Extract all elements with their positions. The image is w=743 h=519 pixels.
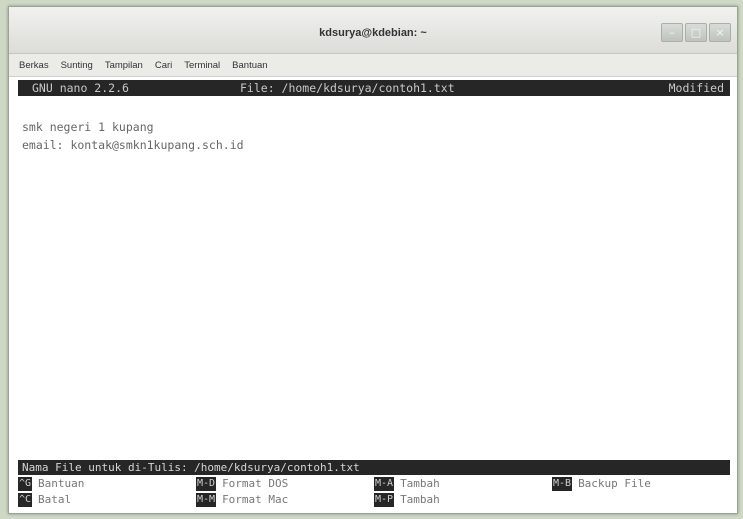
shortcut-key: ^C [18, 492, 33, 507]
shortcut-tambah-append[interactable]: M-A Tambah [374, 476, 440, 491]
menu-tampilan[interactable]: Tampilan [99, 60, 149, 71]
window-title: kdsurya@kdebian: ~ [319, 27, 427, 39]
shortcut-key: ^G [18, 476, 33, 491]
nano-version: GNU nano 2.2.6 [32, 81, 129, 95]
shortcut-key: M-B [552, 476, 573, 491]
terminal-window: kdsurya@kdebian: ~ – □ × Berkas Sunting … [8, 6, 738, 514]
shortcut-label: Format DOS [222, 477, 289, 490]
text-line-2[interactable]: email: kontak@smkn1kupang.sch.id [22, 138, 244, 152]
shortcut-label: Tambah [400, 477, 440, 490]
shortcut-tambah-prepend[interactable]: M-P Tambah [374, 492, 440, 507]
shortcut-key: M-D [196, 476, 217, 491]
shortcut-format-dos[interactable]: M-D Format DOS [196, 476, 288, 491]
shortcut-bar: ^G Bantuan M-D Format DOS M-A Tambah M-B… [18, 476, 730, 508]
write-file-prompt[interactable]: Nama File untuk di-Tulis: /home/kdsurya/… [18, 460, 730, 475]
close-button[interactable]: × [709, 23, 731, 42]
menu-bar: Berkas Sunting Tampilan Cari Terminal Ba… [9, 54, 737, 77]
shortcut-bantuan[interactable]: ^G Bantuan [18, 476, 84, 491]
menu-cari[interactable]: Cari [149, 60, 178, 71]
window-controls: – □ × [661, 23, 731, 42]
shortcut-key: M-A [374, 476, 395, 491]
shortcut-backup-file[interactable]: M-B Backup File [552, 476, 651, 491]
menu-sunting[interactable]: Sunting [55, 60, 99, 71]
shortcut-batal[interactable]: ^C Batal [18, 492, 71, 507]
nano-header-bar: GNU nano 2.2.6 File: /home/kdsurya/conto… [18, 80, 730, 96]
shortcut-label: Tambah [400, 493, 440, 506]
shortcut-label: Batal [38, 493, 72, 506]
shortcut-key: M-M [196, 492, 217, 507]
nano-modified-status: Modified [668, 81, 724, 95]
menu-terminal[interactable]: Terminal [178, 60, 226, 71]
menu-bantuan[interactable]: Bantuan [226, 60, 273, 71]
text-line-1[interactable]: smk negeri 1 kupang [22, 120, 154, 134]
shortcut-key: M-P [374, 492, 395, 507]
terminal-area[interactable]: GNU nano 2.2.6 File: /home/kdsurya/conto… [18, 80, 730, 508]
shortcut-label: Format Mac [222, 493, 289, 506]
nano-file-name: File: /home/kdsurya/contoh1.txt [240, 81, 455, 95]
shortcut-label: Backup File [578, 477, 651, 490]
maximize-button[interactable]: □ [685, 23, 707, 42]
title-bar[interactable]: kdsurya@kdebian: ~ – □ × [9, 7, 737, 54]
minimize-button[interactable]: – [661, 23, 683, 42]
shortcut-label: Bantuan [38, 477, 85, 490]
menu-berkas[interactable]: Berkas [13, 60, 55, 71]
shortcut-format-mac[interactable]: M-M Format Mac [196, 492, 288, 507]
